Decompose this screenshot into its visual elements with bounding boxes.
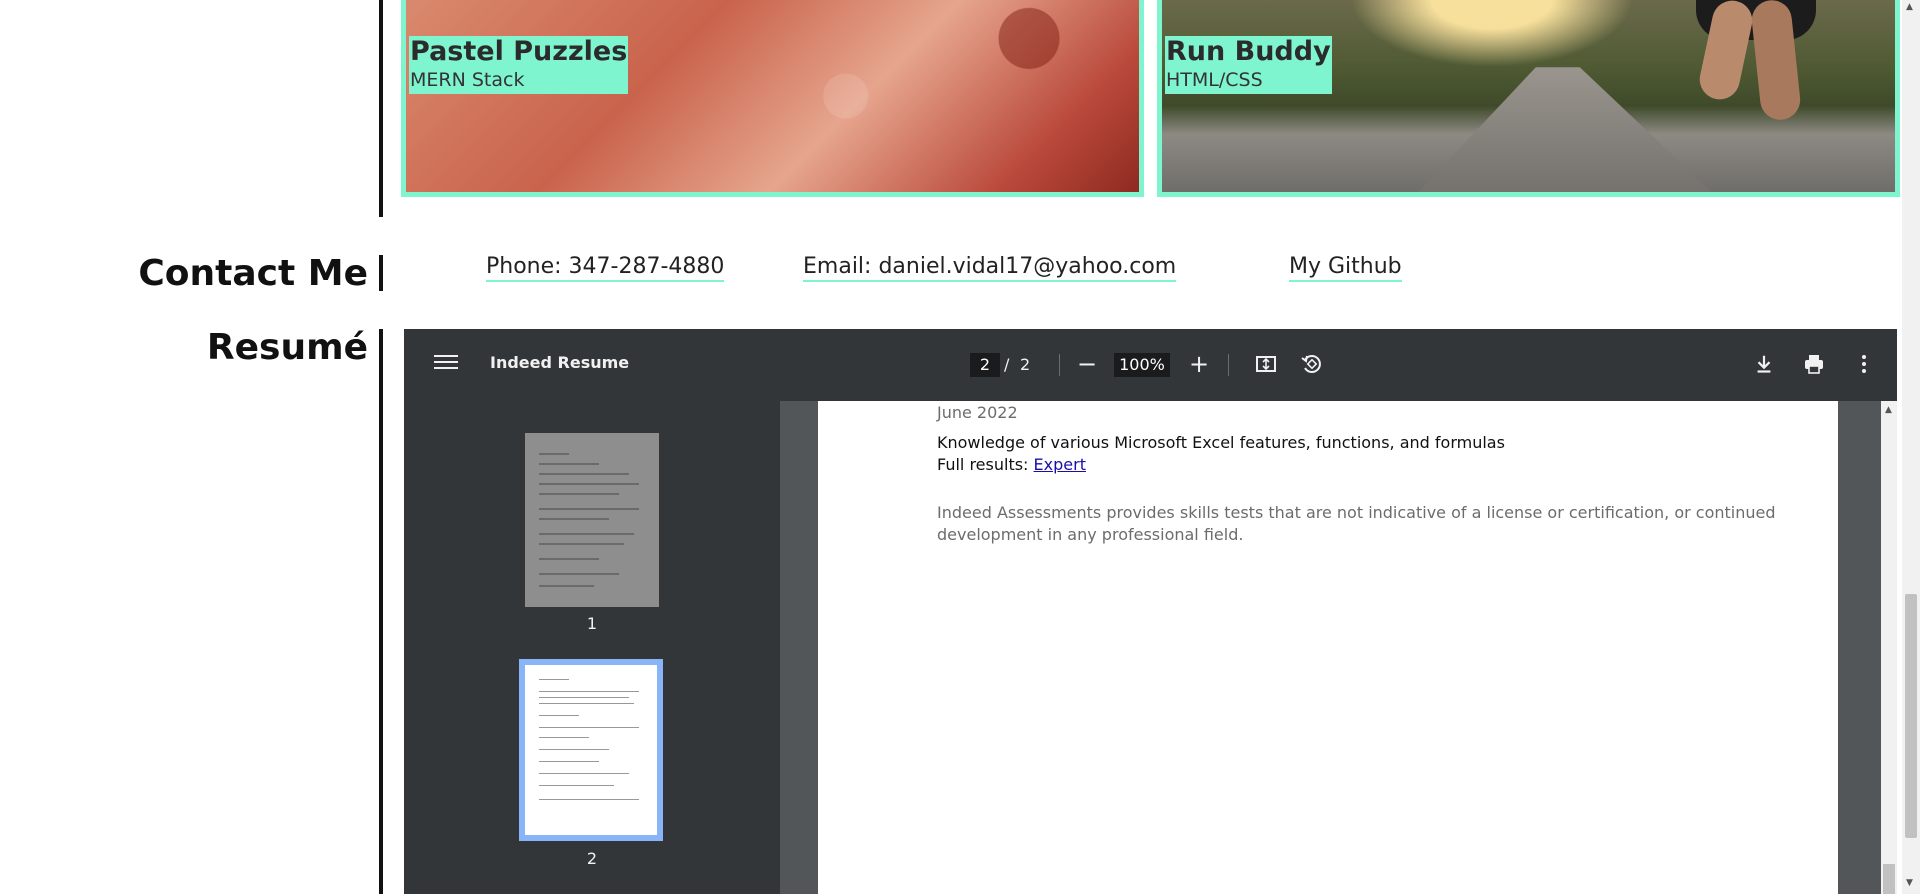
section-divider-contact bbox=[379, 255, 383, 291]
thumbnail-number: 2 bbox=[586, 849, 598, 868]
pdf-toolbar: Indeed Resume 2 / 2 − 100% + bbox=[404, 329, 1897, 401]
results-link[interactable]: Expert bbox=[1034, 455, 1086, 474]
download-icon[interactable] bbox=[1749, 349, 1779, 379]
assessment-description: Knowledge of various Microsoft Excel fea… bbox=[937, 433, 1505, 452]
page-thumbnail-selected[interactable] bbox=[519, 659, 663, 841]
pdf-scrollbar[interactable]: ▲ bbox=[1881, 401, 1897, 894]
thumbnail-number: 1 bbox=[586, 614, 598, 633]
disclaimer-line-2: development in any professional field. bbox=[937, 525, 1244, 544]
resume-heading: Resumé bbox=[206, 327, 368, 368]
project-label: Run Buddy HTML/CSS bbox=[1165, 36, 1332, 94]
window-scrollbar[interactable]: ▲ ▼ bbox=[1902, 0, 1920, 894]
page-separator: / bbox=[1004, 355, 1010, 374]
pdf-viewer[interactable]: Indeed Resume 2 / 2 − 100% + 1 2 June 20… bbox=[404, 329, 1897, 894]
project-card-run-buddy[interactable]: Run Buddy HTML/CSS bbox=[1157, 0, 1900, 197]
fit-page-icon[interactable] bbox=[1251, 349, 1281, 379]
print-icon[interactable] bbox=[1799, 349, 1829, 379]
results-line: Full results: Expert bbox=[937, 455, 1086, 474]
document-title: Indeed Resume bbox=[490, 353, 630, 372]
project-title: Run Buddy bbox=[1166, 36, 1331, 67]
menu-icon[interactable] bbox=[434, 351, 458, 371]
section-divider-top bbox=[379, 0, 383, 217]
project-title: Pastel Puzzles bbox=[410, 36, 628, 67]
contact-heading: Contact Me bbox=[138, 253, 368, 294]
results-label: Full results: bbox=[937, 455, 1029, 474]
zoom-out-icon[interactable]: − bbox=[1072, 349, 1102, 379]
phone-link[interactable]: Phone: 347-287-4880 bbox=[486, 254, 725, 282]
disclaimer-line-1: Indeed Assessments provides skills tests… bbox=[937, 503, 1776, 522]
section-divider-resume bbox=[379, 329, 383, 894]
more-icon[interactable] bbox=[1849, 349, 1879, 379]
project-card-pastel-puzzles[interactable]: Pastel Puzzles MERN Stack bbox=[401, 0, 1144, 197]
page-thumbnail[interactable] bbox=[525, 433, 659, 607]
project-stack: HTML/CSS bbox=[1166, 69, 1263, 91]
project-label: Pastel Puzzles MERN Stack bbox=[409, 36, 629, 94]
zoom-in-icon[interactable]: + bbox=[1184, 349, 1214, 379]
thumbnail-sidebar: 1 2 bbox=[404, 401, 780, 894]
assessment-date: June 2022 bbox=[937, 403, 1018, 422]
rotate-icon[interactable] bbox=[1296, 349, 1326, 379]
page-total: 2 bbox=[1020, 355, 1031, 374]
project-image bbox=[406, 0, 1139, 192]
project-stack: MERN Stack bbox=[410, 69, 525, 91]
github-link[interactable]: My Github bbox=[1289, 254, 1402, 282]
project-image bbox=[1162, 0, 1895, 192]
email-link[interactable]: Email: daniel.vidal17@yahoo.com bbox=[803, 254, 1177, 282]
zoom-input[interactable]: 100% bbox=[1114, 353, 1170, 377]
page-number-input[interactable]: 2 bbox=[970, 353, 1000, 377]
pdf-page: June 2022 Knowledge of various Microsoft… bbox=[818, 401, 1838, 894]
